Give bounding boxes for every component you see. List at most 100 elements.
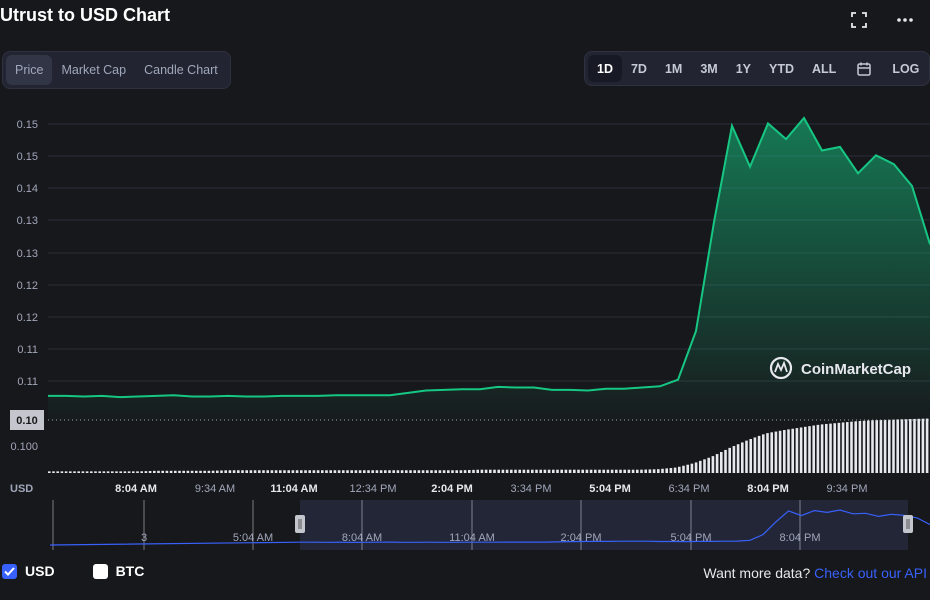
volume-bar (182, 470, 185, 473)
volume-bar (715, 454, 719, 473)
volume-bar (526, 469, 530, 473)
navigator-label: 5:04 PM (671, 532, 712, 544)
x-axis-label: 2:04 PM (431, 483, 473, 495)
volume-bar (90, 471, 93, 473)
volume-bar (358, 470, 362, 473)
volume-bar (573, 469, 576, 473)
volume-bar (518, 469, 521, 473)
volume-bar (921, 418, 925, 473)
volume-bar (442, 470, 446, 473)
volume-bar (829, 423, 832, 473)
volume-bar (825, 423, 828, 473)
volume-bar (820, 424, 824, 473)
volume-bar (430, 470, 433, 473)
volume-bar (867, 420, 870, 473)
volume-bar (312, 470, 316, 473)
price-chart: 0.15 0.15 0.14 0.13 0.13 0.12 0.12 0.11 0.11 0.10… (10, 116, 930, 550)
volume-bar (127, 471, 131, 473)
volume-bar (199, 470, 202, 473)
volume-bar (909, 419, 912, 473)
volume-bar (426, 470, 429, 473)
volume-bar (741, 442, 744, 473)
x-axis-label: 12:34 PM (349, 483, 396, 495)
price-area (48, 118, 930, 420)
volume-bar (749, 438, 752, 473)
volume-bar (594, 469, 597, 473)
x-axis-label: 5:04 PM (589, 483, 631, 495)
y-axis-label: 0.100 (10, 441, 38, 453)
volume-bars (48, 418, 929, 473)
volume-bar (106, 471, 110, 473)
volume-bar (682, 465, 685, 473)
volume-bar (165, 470, 169, 473)
navigator-right-handle[interactable] (903, 515, 913, 533)
y-axis-labels: 0.15 0.15 0.14 0.13 0.13 0.12 0.12 0.11 0.11 0.10… (10, 119, 38, 453)
volume-bar (384, 470, 387, 473)
api-link[interactable]: Check out our API (814, 565, 927, 581)
navigator-label: 8:04 AM (342, 532, 382, 544)
volume-bar (673, 467, 677, 473)
volume-bar (468, 470, 471, 473)
volume-bar (787, 429, 790, 473)
volume-bar (531, 469, 534, 473)
y-axis-label: 0.15 (17, 151, 38, 163)
y-axis-label: 0.13 (17, 215, 38, 227)
volume-bar (791, 428, 794, 473)
volume-bar (396, 470, 400, 473)
volume-bar (766, 433, 769, 473)
volume-bar (321, 470, 324, 473)
volume-bar (161, 470, 164, 473)
volume-bar (417, 470, 421, 473)
volume-bar (253, 470, 257, 473)
navigator-label: 2:04 PM (561, 532, 602, 544)
volume-bar (354, 470, 358, 473)
volume-bar (144, 471, 148, 473)
volume-bar (547, 469, 551, 473)
volume-bar (413, 470, 416, 473)
volume-bar (900, 419, 904, 473)
volume-bar (577, 469, 580, 473)
api-promo-text: Want more data? (703, 565, 815, 581)
x-axis-label: 3:34 PM (511, 483, 552, 495)
volume-bar (451, 470, 454, 473)
currency-legend: USD BTC (2, 563, 144, 579)
btc-checkbox[interactable] (92, 563, 108, 579)
volume-bar (363, 470, 366, 473)
volume-bar (115, 471, 118, 473)
volume-bar (463, 470, 467, 473)
volume-bar (136, 471, 139, 473)
volume-bar (140, 471, 143, 473)
volume-bar (703, 459, 706, 473)
volume-bar (505, 469, 509, 473)
volume-bar (728, 447, 731, 473)
volume-bar (119, 471, 122, 473)
volume-bar (510, 469, 513, 473)
volume-bar (560, 469, 563, 473)
volume-bar (522, 469, 526, 473)
volume-bar (388, 470, 391, 473)
volume-bar (644, 469, 647, 473)
navigator-label: 8:04 PM (780, 532, 821, 544)
volume-bar (203, 470, 206, 473)
navigator-label: 11:04 AM (449, 532, 495, 544)
volume-bar (598, 469, 601, 473)
volume-bar (497, 469, 500, 473)
volume-bar (795, 428, 799, 473)
volume-bar (707, 457, 710, 473)
volume-bar (661, 468, 664, 473)
volume-bar (665, 468, 668, 473)
volume-bar (757, 435, 761, 473)
volume-bar (447, 470, 450, 473)
volume-bar (917, 418, 920, 473)
navigator-left-handle[interactable] (295, 515, 305, 533)
volume-bar (762, 434, 765, 473)
volume-bar (148, 471, 152, 473)
volume-bar (379, 470, 383, 473)
range-navigator: 3 5:04 AM 8:04 AM 11:04 AM 2:04 PM 5:04 PM 8:0… (48, 500, 930, 550)
volume-bar (501, 469, 505, 473)
volume-bar (85, 471, 89, 473)
volume-bar (636, 469, 639, 473)
usd-checkbox[interactable] (2, 563, 17, 579)
y-axis-label: 0.15 (17, 119, 38, 131)
volume-bar (371, 470, 374, 473)
